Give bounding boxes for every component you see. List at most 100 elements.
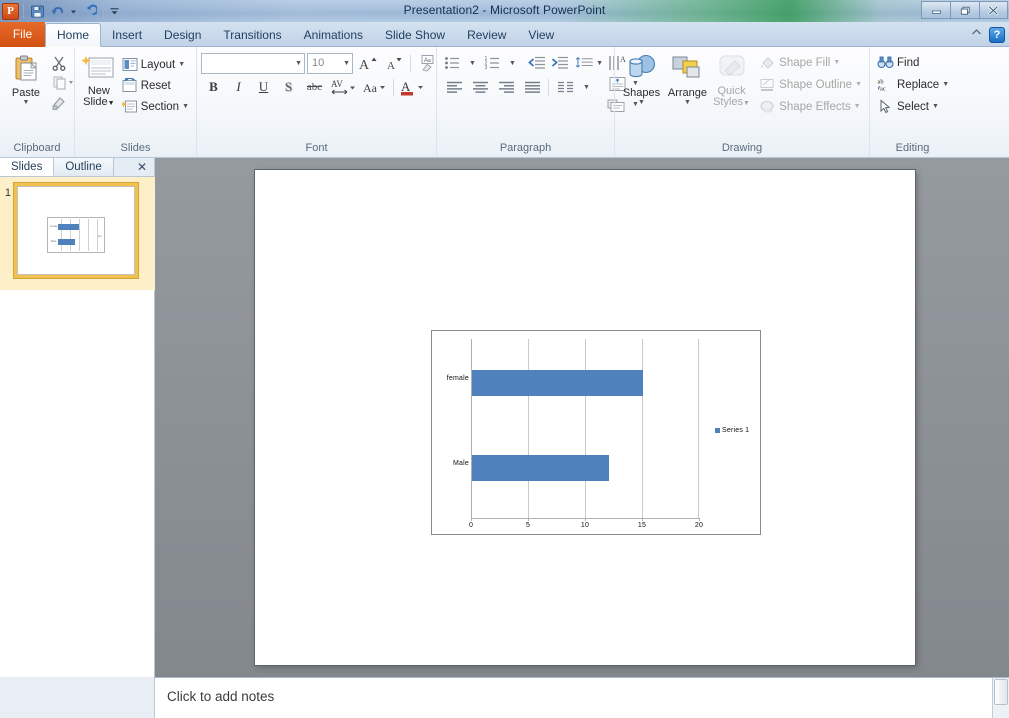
- ribbon-right-controls: ?: [970, 26, 1005, 44]
- slide-list-item-1[interactable]: 1 female Male Ser: [0, 183, 154, 278]
- restore-button[interactable]: [950, 1, 979, 19]
- tab-design[interactable]: Design: [153, 24, 212, 47]
- replace-caret-icon[interactable]: ▼: [942, 81, 949, 88]
- tab-file[interactable]: File: [0, 22, 45, 47]
- chart-object[interactable]: female Male 0 5 10 15 20 Series 1: [431, 330, 761, 535]
- notes-pane[interactable]: Click to add notes: [155, 677, 1009, 718]
- quick-styles-button[interactable]: Quick Styles▼: [711, 52, 752, 109]
- underline-button[interactable]: U: [251, 76, 276, 98]
- chart-legend[interactable]: Series 1: [715, 427, 749, 434]
- notes-scrollbar[interactable]: [992, 678, 1009, 718]
- section-caret-icon[interactable]: ▼: [182, 103, 189, 110]
- shape-outline-label: Shape Outline: [779, 78, 853, 91]
- slide-editing-stage[interactable]: female Male 0 5 10 15 20 Series 1: [155, 158, 1009, 677]
- font-name-combobox[interactable]: ▼: [201, 52, 305, 74]
- line-spacing-button[interactable]: ▼: [575, 52, 603, 74]
- layout-icon: [122, 57, 138, 72]
- minimize-button[interactable]: [921, 1, 950, 19]
- close-panel-icon[interactable]: ✕: [130, 158, 154, 176]
- slide-thumbnail-frame[interactable]: female Male Ser: [14, 183, 138, 278]
- section-button[interactable]: Section ▼: [119, 96, 192, 117]
- grow-font-icon[interactable]: A: [355, 52, 379, 74]
- shapes-caret-icon[interactable]: ▼: [638, 99, 645, 106]
- tab-view[interactable]: View: [517, 24, 565, 47]
- align-right-button[interactable]: [493, 76, 519, 98]
- drawing-group-label: Drawing: [721, 142, 763, 154]
- chart-gridline-10: [585, 339, 586, 518]
- italic-button[interactable]: I: [226, 76, 251, 98]
- replace-label: Replace: [897, 78, 940, 91]
- text-shadow-button[interactable]: S: [276, 76, 301, 98]
- reset-button[interactable]: Reset: [119, 75, 192, 96]
- columns-button[interactable]: [552, 76, 578, 98]
- font-size-combobox[interactable]: 10 ▼: [307, 52, 353, 74]
- increase-indent-button[interactable]: [548, 52, 571, 74]
- notes-scrollbar-thumb[interactable]: [994, 679, 1008, 705]
- shape-effects-label: Shape Effects: [779, 100, 851, 113]
- panel-tab-slides[interactable]: Slides: [0, 158, 55, 176]
- decrease-indent-button[interactable]: [525, 52, 548, 74]
- paste-button[interactable]: Paste ▼: [4, 52, 48, 113]
- chart-value-axis-line: [471, 339, 472, 518]
- tab-insert[interactable]: Insert: [101, 24, 153, 47]
- columns-caret-icon[interactable]: ▼: [578, 76, 595, 98]
- font-color-button[interactable]: A: [397, 76, 428, 98]
- new-slide-button[interactable]: New Slide▼: [79, 52, 119, 109]
- chart-category-label-male: Male: [453, 460, 469, 467]
- tab-review[interactable]: Review: [456, 24, 517, 47]
- layout-button[interactable]: Layout ▼: [119, 54, 192, 75]
- shrink-font-icon[interactable]: A: [381, 52, 405, 74]
- bullets-button[interactable]: [441, 52, 464, 74]
- find-button[interactable]: Find: [874, 52, 952, 73]
- help-icon[interactable]: ?: [989, 27, 1005, 43]
- reset-label: Reset: [140, 79, 171, 92]
- select-caret-icon[interactable]: ▼: [932, 103, 939, 110]
- font-name-caret-icon[interactable]: ▼: [295, 60, 302, 67]
- justify-button[interactable]: [519, 76, 545, 98]
- svg-text:a: a: [428, 58, 431, 64]
- align-center-button[interactable]: [467, 76, 493, 98]
- format-painter-icon[interactable]: [48, 93, 70, 113]
- arrange-caret-icon[interactable]: ▼: [684, 99, 691, 106]
- clipboard-group-label: Clipboard: [13, 142, 61, 154]
- chart-bar-male[interactable]: [472, 455, 609, 481]
- line-spacing-caret-icon[interactable]: ▼: [596, 60, 603, 67]
- binoculars-icon: [877, 55, 894, 70]
- font-size-caret-icon[interactable]: ▼: [343, 60, 350, 67]
- shape-fill-caret-icon[interactable]: ▼: [833, 59, 840, 66]
- shape-fill-button[interactable]: Shape Fill ▼: [756, 52, 865, 73]
- tab-slide-show[interactable]: Slide Show: [374, 24, 456, 47]
- shapes-button[interactable]: Shapes ▼: [619, 52, 664, 106]
- ribbon-group-editing: Find ab ac Replace ▼ Select ▼ Editing: [869, 47, 955, 157]
- paste-caret-icon[interactable]: ▼: [23, 99, 30, 106]
- bold-button[interactable]: B: [201, 76, 226, 98]
- tab-home[interactable]: Home: [45, 23, 102, 47]
- numbering-button[interactable]: 123: [481, 52, 504, 74]
- slides-group-label: Slides: [120, 142, 151, 154]
- cut-icon[interactable]: [48, 53, 70, 73]
- align-left-button[interactable]: [441, 76, 467, 98]
- numbering-caret-icon[interactable]: ▼: [504, 52, 521, 74]
- font-separator-2: [393, 78, 394, 96]
- bullets-caret-icon[interactable]: ▼: [464, 52, 481, 74]
- tab-transitions[interactable]: Transitions: [212, 24, 292, 47]
- shape-outline-caret-icon[interactable]: ▼: [855, 81, 862, 88]
- shape-effects-caret-icon[interactable]: ▼: [854, 103, 861, 110]
- ribbon-group-drawing: Shapes ▼ Arrange ▼ Quick Styles▼ Shape F…: [614, 47, 869, 157]
- character-spacing-button[interactable]: AV: [328, 76, 360, 98]
- layout-caret-icon[interactable]: ▼: [178, 61, 185, 68]
- slide-canvas[interactable]: female Male 0 5 10 15 20 Series 1: [255, 170, 915, 665]
- arrange-button[interactable]: Arrange ▼: [664, 52, 711, 106]
- slides-thumbnail-list: 1 female Male Ser: [0, 177, 155, 677]
- select-button[interactable]: Select ▼: [874, 96, 952, 117]
- shape-outline-button[interactable]: Shape Outline ▼: [756, 74, 865, 95]
- minimize-ribbon-icon[interactable]: [970, 26, 983, 44]
- panel-tab-outline[interactable]: Outline: [54, 158, 114, 176]
- close-button[interactable]: [979, 1, 1008, 19]
- strikethrough-button[interactable]: abc: [301, 76, 328, 98]
- chart-bar-female[interactable]: [472, 370, 643, 396]
- tab-animations[interactable]: Animations: [293, 24, 374, 47]
- replace-button[interactable]: ab ac Replace ▼: [874, 74, 952, 95]
- shape-effects-button[interactable]: Shape Effects ▼: [756, 96, 865, 117]
- change-case-button[interactable]: Aa: [360, 76, 390, 98]
